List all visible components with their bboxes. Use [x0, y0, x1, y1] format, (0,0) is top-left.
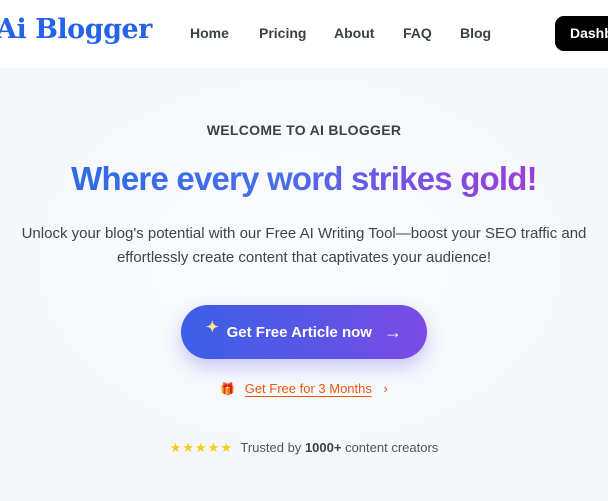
promo-link[interactable]: 🎁 Get Free for 3 Months ›	[0, 381, 608, 396]
nav-faq[interactable]: FAQ	[403, 25, 432, 41]
rating-stars-icon: ★★★★★	[169, 440, 233, 455]
logo[interactable]: Ai Blogger	[0, 14, 152, 45]
trust-badge: ★★★★★ Trusted by 1000+ content creators	[0, 440, 608, 456]
site-header: Ai Blogger Home Pricing About FAQ Blog D…	[0, 0, 608, 68]
nav-about[interactable]: About	[334, 25, 374, 41]
hero-subtext-line-2: effortlessly create content that captiva…	[116, 249, 492, 266]
landing-page: Ai Blogger Home Pricing About FAQ Blog D…	[0, 0, 608, 501]
promo-label[interactable]: Get Free for 3 Months	[245, 381, 372, 396]
trust-prefix: Trusted by	[240, 440, 302, 455]
hero-subtext-line-1: Unlock your blog's potential with our Fr…	[21, 225, 587, 242]
sparkle-icon: ✦	[206, 319, 219, 336]
nav-blog[interactable]: Blog	[460, 25, 491, 41]
hero-headline: Where every word strikes gold!	[0, 158, 608, 200]
nav-home[interactable]: Home	[190, 25, 229, 41]
chevron-right-icon: ›	[383, 381, 388, 396]
hero-headline-text: Where every word strikes gold!	[71, 160, 537, 197]
hero-subtext: Unlock your blog's potential with our Fr…	[4, 222, 604, 270]
trust-suffix: content creators	[345, 440, 439, 455]
nav-pricing[interactable]: Pricing	[259, 25, 306, 41]
cta-label: Get Free Article now	[226, 323, 372, 341]
arrow-right-icon: →	[383, 321, 402, 342]
trust-count: 1000+	[304, 440, 342, 455]
hero-eyebrow: WELCOME TO AI BLOGGER	[206, 122, 402, 138]
dashboard-button[interactable]: Dashb	[555, 16, 608, 51]
gift-icon: 🎁	[220, 382, 236, 396]
get-free-article-button[interactable]: ✦ Get Free Article now →	[181, 305, 427, 359]
